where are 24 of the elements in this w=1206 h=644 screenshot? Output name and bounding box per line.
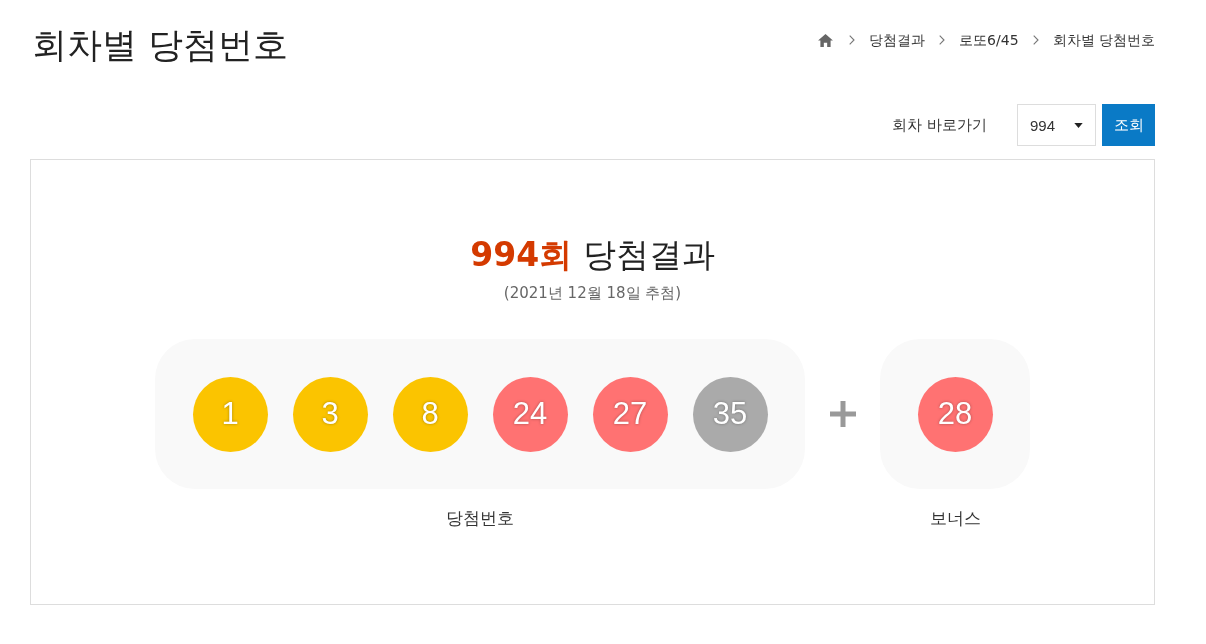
breadcrumb-link[interactable]: 당첨결과 xyxy=(869,30,926,50)
chevron-icon xyxy=(1032,35,1039,45)
lotto-ball: 1 xyxy=(192,376,268,452)
page-title: 회차별 당첨번호 xyxy=(32,24,289,67)
caret-icon xyxy=(1074,122,1083,128)
lotto-ball: 8 xyxy=(392,376,468,452)
breadcrumb-link[interactable]: 로또6/45 xyxy=(959,30,1019,50)
winning-numbers-label: 당첨번호 xyxy=(446,507,514,530)
lotto-ball: 3 xyxy=(292,376,368,452)
search-button[interactable]: 조회 xyxy=(1102,104,1155,146)
lotto-ball: 24 xyxy=(492,376,568,452)
round-picker-label: 회차 바로가기 xyxy=(892,115,987,135)
lotto-ball: 27 xyxy=(592,376,668,452)
lotto-ball: 35 xyxy=(692,376,768,452)
draw-date: (2021년 12월 18일 추첨) xyxy=(503,283,682,304)
result-title: 994회 당첨결과 xyxy=(470,234,715,276)
bonus-label: 보너스 xyxy=(929,507,981,530)
chevron-icon xyxy=(939,35,946,45)
lotto-ball: 28 xyxy=(917,376,993,452)
home-icon[interactable] xyxy=(818,33,834,47)
round-select[interactable]: 994 xyxy=(1017,104,1096,146)
plus-icon xyxy=(829,401,856,427)
breadcrumb-link[interactable]: 회차별 당첨번호 xyxy=(1052,30,1155,50)
chevron-icon xyxy=(849,35,856,45)
